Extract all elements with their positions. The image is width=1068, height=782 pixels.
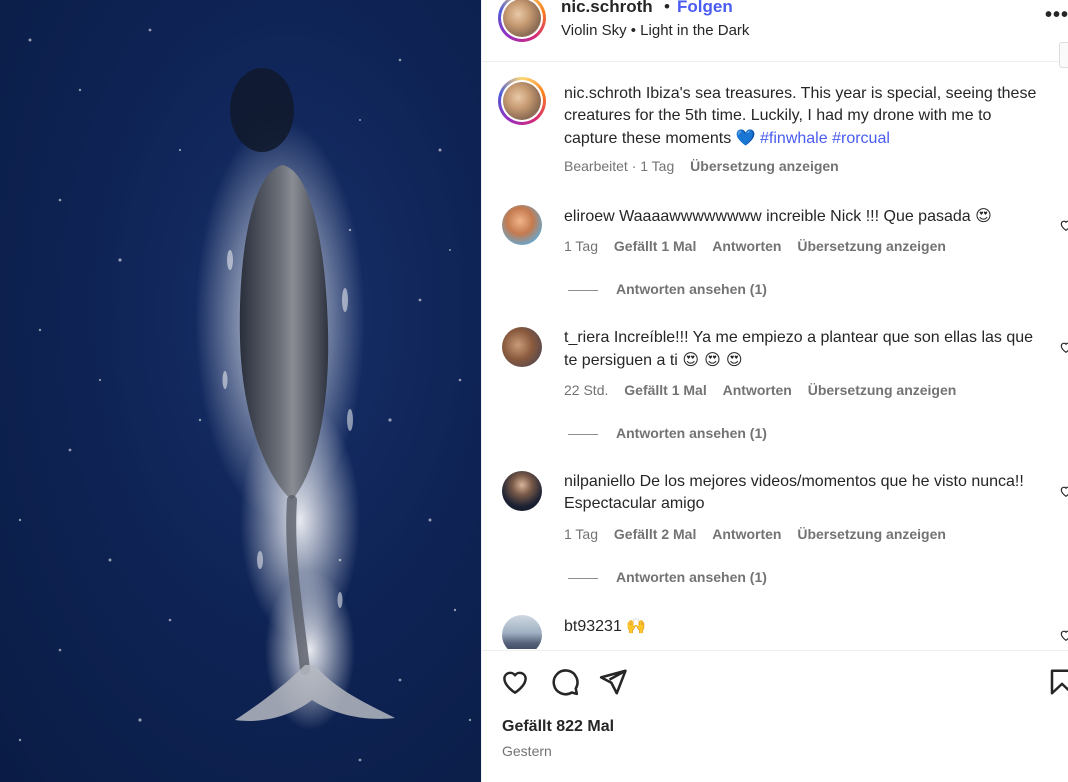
save-icon[interactable] [1047, 667, 1068, 697]
heart-eyes-emoji: 😍 [975, 206, 992, 225]
comment-time: 1 Tag [564, 238, 598, 254]
view-replies-label[interactable]: Antworten ansehen (1) [616, 569, 767, 585]
view-replies-button[interactable]: Antworten ansehen (1) [568, 425, 767, 441]
reply-button[interactable]: Antworten [712, 526, 781, 542]
caption-text: nic.schroth Ibiza's sea treasures. This … [564, 83, 1044, 150]
music-label[interactable]: Violin Sky • Light in the Dark [561, 22, 749, 39]
author-username[interactable]: nic.schroth [561, 0, 653, 17]
follow-button[interactable]: Folgen [677, 0, 733, 17]
comment-likes[interactable]: Gefällt 1 Mal [614, 238, 696, 254]
comment-text: eliroew Waaaawwwwwwww increible Nick !!!… [564, 205, 1044, 228]
comment-avatar[interactable] [502, 471, 542, 511]
comment-like-heart-icon[interactable] [1059, 484, 1068, 498]
comment-username[interactable]: t_riera [564, 329, 609, 346]
hashtag-rorcual[interactable]: #rorcual [832, 130, 890, 147]
comment-meta: 1 Tag Gefällt 2 Mal Antworten Übersetzun… [564, 526, 958, 542]
heart-eyes-emoji: 😍 😍 😍 [682, 350, 743, 369]
comment-meta: 1 Tag Gefällt 1 Mal Antworten Übersetzun… [564, 238, 958, 254]
likes-count[interactable]: Gefällt 822 Mal [502, 718, 614, 736]
reply-button[interactable]: Antworten [712, 238, 781, 254]
post-panel: nic.schroth • Folgen Violin Sky • Light … [481, 0, 1068, 782]
more-horizontal-icon[interactable]: ••• [1045, 4, 1068, 27]
comment-like-heart-icon[interactable] [1059, 340, 1068, 354]
comment-body: Waaaawwwwwwww increible Nick !!! Que pas… [619, 208, 971, 225]
post-date: Gestern [502, 743, 552, 759]
comment-username[interactable]: bt93231 [564, 618, 622, 635]
share-icon[interactable] [598, 667, 628, 697]
post-media[interactable] [0, 0, 481, 782]
comment-body: Increíble!!! Ya me empiezo a plantear qu… [564, 329, 1034, 369]
comment-like-heart-icon[interactable] [1059, 628, 1068, 642]
caption-meta: Bearbeitet · 1 Tag Übersetzung anzeigen [564, 158, 851, 174]
comment-time: 1 Tag [564, 526, 598, 542]
comment-avatar[interactable] [502, 327, 542, 367]
post-header: nic.schroth • Folgen Violin Sky • Light … [482, 0, 1068, 68]
caption-translate[interactable]: Übersetzung anzeigen [690, 158, 839, 174]
comment-meta: 22 Std. Gefällt 1 Mal Antworten Übersetz… [564, 382, 968, 398]
whale-image [18, 28, 472, 762]
comment-time: 22 Std. [564, 382, 609, 398]
caption-edited: Bearbeitet · 1 Tag [564, 158, 675, 174]
view-replies-button[interactable]: Antworten ansehen (1) [568, 281, 767, 297]
comment-username[interactable]: nilpaniello [564, 473, 635, 490]
blue-heart-emoji: 💙 [735, 128, 756, 147]
translate-button[interactable]: Übersetzung anzeigen [808, 382, 957, 398]
translate-button[interactable]: Übersetzung anzeigen [797, 238, 946, 254]
reply-button[interactable]: Antworten [723, 382, 792, 398]
comment-text: nilpaniello De los mejores videos/moment… [564, 471, 1044, 515]
comment-likes[interactable]: Gefällt 2 Mal [614, 526, 696, 542]
view-replies-button[interactable]: Antworten ansehen (1) [568, 569, 767, 585]
comment-icon[interactable] [550, 667, 580, 697]
caption-username[interactable]: nic.schroth [564, 85, 641, 102]
comment-avatar[interactable] [502, 615, 542, 649]
view-replies-label[interactable]: Antworten ansehen (1) [616, 281, 767, 297]
separator-dot: • [664, 0, 670, 16]
post-actions: Gefällt 822 Mal Gestern [482, 650, 1068, 782]
view-replies-label[interactable]: Antworten ansehen (1) [616, 425, 767, 441]
translate-button[interactable]: Übersetzung anzeigen [797, 526, 946, 542]
caption-avatar[interactable] [498, 77, 546, 125]
comment-avatar[interactable] [502, 205, 542, 245]
heart-icon[interactable] [500, 667, 530, 697]
comments-list[interactable]: nic.schroth Ibiza's sea treasures. This … [482, 63, 1068, 649]
comment-username[interactable]: eliroew [564, 208, 615, 225]
hashtag-finwhale[interactable]: #finwhale [760, 130, 828, 147]
comment-like-heart-icon[interactable] [1059, 218, 1068, 232]
author-avatar[interactable] [498, 0, 546, 42]
comment-text: t_riera Increíble!!! Ya me empiezo a pla… [564, 327, 1044, 372]
comment-likes[interactable]: Gefällt 1 Mal [624, 382, 706, 398]
raising-hands-emoji: 🙌 [626, 616, 647, 635]
comment-text: bt93231 🙌 [564, 615, 1044, 638]
